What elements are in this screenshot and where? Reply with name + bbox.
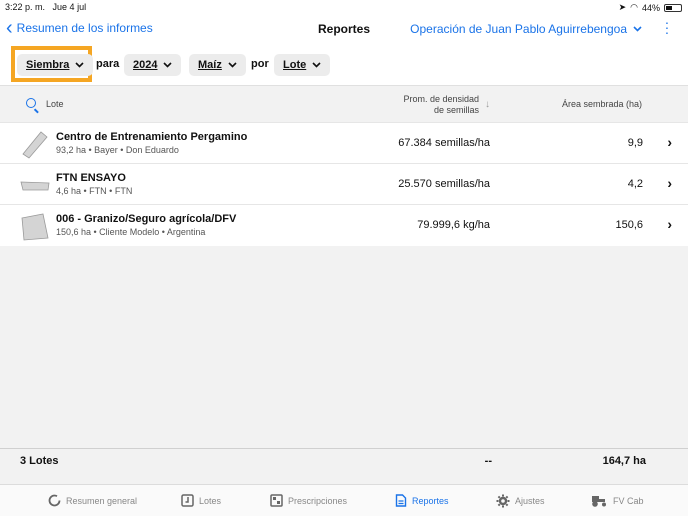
search-icon[interactable]: [26, 98, 36, 108]
operation-label: Operación de Juan Pablo Aguirrebengoa: [410, 22, 627, 36]
chevron-down-icon: [75, 62, 84, 68]
chevron-right-icon: ›: [667, 134, 672, 150]
chevron-down-icon: [633, 26, 642, 32]
chevron-down-icon: [228, 62, 237, 68]
year-dropdown[interactable]: 2024: [124, 54, 182, 76]
more-options-icon[interactable]: · · ·: [664, 15, 670, 39]
table-row[interactable]: FTN ENSAYO 4,6 ha • FTN • FTN 25.570 sem…: [0, 164, 688, 205]
fields-icon: [181, 494, 194, 507]
row-subtitle: 150,6 ha • Cliente Modelo • Argentina: [56, 227, 206, 237]
tab-summary-label: Resumen general: [66, 495, 138, 506]
group-dropdown[interactable]: Lote: [274, 54, 331, 76]
chevron-right-icon: ›: [667, 175, 672, 191]
tab-prescriptions-label: Prescripciones: [288, 495, 348, 506]
table-header: Lote Prom. de densidad de semillas ↓ Áre…: [0, 86, 688, 123]
row-density: 67.384 semillas/ha: [398, 137, 490, 149]
crop-dropdown[interactable]: Maíz: [189, 54, 246, 76]
totals-area: 164,7 ha: [602, 455, 646, 467]
density-header-line2: de semillas: [433, 105, 479, 115]
tab-bar: Resumen general Lotes Prescripciones Rep…: [0, 484, 688, 516]
tab-prescriptions[interactable]: Prescripciones: [270, 494, 347, 507]
status-time: 3:22 p. m. Jue 4 jul: [5, 2, 87, 12]
connector-for: para: [96, 58, 120, 70]
gear-icon: [496, 494, 510, 508]
location-icon: ➤: [618, 2, 627, 12]
row-area: 4,2: [627, 178, 643, 190]
tractor-icon: [592, 496, 606, 507]
chevron-down-icon: [163, 62, 173, 68]
reports-icon: [395, 494, 407, 507]
totals-density: --: [484, 455, 492, 467]
row-name: 006 - Granizo/Seguro agrícola/DFV: [56, 213, 237, 225]
navigation-bar: ‹ Resumen de los informes Reportes Opera…: [0, 14, 688, 46]
totals-bar: 3 Lotes -- 164,7 ha: [0, 448, 688, 484]
row-subtitle: 4,6 ha • FTN • FTN: [56, 186, 133, 196]
crop-value: Maíz: [198, 59, 222, 71]
tab-fields[interactable]: Lotes: [181, 494, 221, 507]
row-area: 150,6: [615, 219, 643, 231]
status-right: ➤ ◠ 44%: [619, 2, 682, 13]
field-list: Centro de Entrenamiento Pergamino 93,2 h…: [0, 123, 688, 246]
tab-settings-label: Ajustes: [515, 496, 545, 506]
field-shape-icon: [21, 213, 49, 241]
field-shape-icon: [20, 181, 50, 191]
tab-cab-label: FV Cab: [613, 495, 644, 506]
summary-icon: [48, 494, 61, 507]
status-bar: 3:22 p. m. Jue 4 jul ➤ ◠ 44%: [0, 0, 688, 14]
type-dropdown[interactable]: Siembra: [17, 54, 94, 76]
table-row[interactable]: 006 - Granizo/Seguro agrícola/DFV 150,6 …: [0, 205, 688, 246]
operation-selector[interactable]: Operación de Juan Pablo Aguirrebengoa: [410, 22, 642, 36]
row-area: 9,9: [627, 137, 643, 149]
tab-settings[interactable]: Ajustes: [496, 494, 545, 508]
chevron-right-icon: ›: [667, 216, 672, 232]
area-column-header[interactable]: Área sembrada (ha): [562, 99, 642, 109]
row-name: Centro de Entrenamiento Pergamino: [56, 131, 248, 143]
field-shape-icon: [22, 131, 48, 159]
tab-reports-label: Reportes: [412, 495, 449, 506]
density-column-header[interactable]: Prom. de densidad de semillas: [403, 94, 479, 116]
search-label[interactable]: Lote: [46, 99, 64, 109]
connector-by: por: [251, 58, 269, 70]
sort-arrow-icon: ↓: [485, 99, 490, 110]
row-name: FTN ENSAYO: [56, 172, 126, 184]
year-value: 2024: [133, 59, 158, 71]
prescriptions-icon: [270, 494, 283, 507]
type-value: Siembra: [26, 59, 70, 71]
tab-cab[interactable]: FV Cab: [590, 494, 644, 507]
totals-label: 3 Lotes: [20, 455, 59, 467]
chevron-down-icon: [312, 62, 321, 68]
density-header-line1: Prom. de densidad: [403, 94, 479, 104]
row-density: 79.999,6 kg/ha: [417, 219, 490, 231]
battery-percent: 44%: [641, 2, 660, 13]
wifi-icon: ◠: [630, 2, 638, 12]
filter-bar: Siembra para 2024 Maíz por Lote: [0, 46, 688, 86]
row-density: 25.570 semillas/ha: [398, 178, 490, 190]
battery-icon: [664, 3, 682, 12]
tab-summary[interactable]: Resumen general: [48, 494, 137, 507]
tab-fields-label: Lotes: [199, 495, 222, 506]
table-row[interactable]: Centro de Entrenamiento Pergamino 93,2 h…: [0, 123, 688, 164]
tab-reports[interactable]: Reportes: [395, 494, 449, 507]
row-subtitle: 93,2 ha • Bayer • Don Eduardo: [56, 145, 179, 155]
group-value: Lote: [283, 59, 307, 71]
